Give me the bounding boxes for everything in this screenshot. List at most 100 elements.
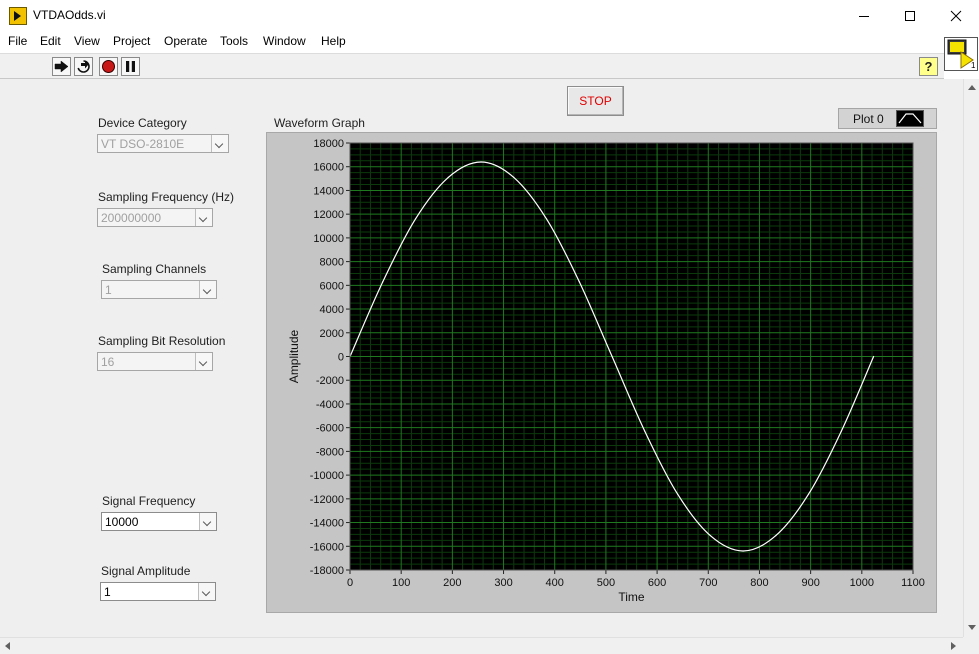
signal-amplitude-ring[interactable]: 1 <box>100 582 216 601</box>
y-tick-label: 18000 <box>313 138 344 150</box>
signal-frequency-value: 10000 <box>105 515 138 529</box>
toolbar: ? <box>0 53 944 79</box>
plot-0-point <box>448 177 449 178</box>
menu-operate[interactable]: Operate <box>164 34 207 48</box>
scroll-down-icon[interactable] <box>968 625 976 630</box>
plot-0-point <box>513 177 514 178</box>
scroll-left-icon[interactable] <box>5 642 10 650</box>
menu-edit[interactable]: Edit <box>40 34 61 48</box>
scroll-up-icon[interactable] <box>968 85 976 90</box>
chevron-down-icon[interactable] <box>199 513 216 530</box>
vi-connector-icon[interactable]: 1 <box>944 37 978 71</box>
y-tick-label: -14000 <box>310 518 344 530</box>
chevron-down-icon[interactable] <box>195 353 212 370</box>
y-tick-label: 2000 <box>320 328 344 340</box>
vi-icon-glyph: 1 <box>945 38 977 70</box>
chevron-down-icon[interactable] <box>199 281 216 298</box>
device-category-label: Device Category <box>98 116 187 130</box>
pause-button[interactable] <box>121 57 140 76</box>
horizontal-scrollbar[interactable] <box>0 637 963 654</box>
waveform-graph[interactable]: 0100200300400500600700800900100011001800… <box>266 132 937 613</box>
signal-frequency-label: Signal Frequency <box>102 494 195 508</box>
menu-tools[interactable]: Tools <box>220 34 248 48</box>
y-tick-label: -8000 <box>316 446 344 458</box>
sampling-bit-resolution-label: Sampling Bit Resolution <box>98 334 225 348</box>
scrollbar-corner <box>963 637 979 654</box>
y-tick-label: 4000 <box>320 304 344 316</box>
sampling-channels-label: Sampling Channels <box>102 262 206 276</box>
plot-0-point <box>546 218 547 219</box>
menu-window[interactable]: Window <box>263 34 306 48</box>
menu-file[interactable]: File <box>8 34 27 48</box>
y-tick-label: -12000 <box>310 494 344 506</box>
pause-icon <box>124 60 137 73</box>
plot-0-point <box>775 535 776 536</box>
maximize-button[interactable] <box>887 0 933 31</box>
run-continuously-button[interactable] <box>74 57 93 76</box>
waveform-graph-label: Waveform Graph <box>274 116 365 130</box>
run-button[interactable] <box>52 57 71 76</box>
y-tick-label: -10000 <box>310 470 344 482</box>
sampling-frequency-value: 200000000 <box>101 211 161 225</box>
close-button[interactable] <box>933 0 979 31</box>
x-tick-label: 0 <box>347 577 353 589</box>
signal-frequency-ring[interactable]: 10000 <box>101 512 217 531</box>
chevron-down-icon[interactable] <box>195 209 212 226</box>
scroll-right-icon[interactable] <box>951 642 956 650</box>
minimize-icon <box>858 10 870 22</box>
y-tick-label: -18000 <box>310 565 344 577</box>
x-tick-label: 500 <box>597 577 615 589</box>
abort-icon <box>101 59 116 74</box>
vertical-scrollbar[interactable] <box>963 79 979 637</box>
x-tick-label: 700 <box>699 577 717 589</box>
close-icon <box>950 10 962 22</box>
x-tick-label: 400 <box>546 577 564 589</box>
plot-0-point <box>808 493 809 494</box>
run-arrow-icon <box>54 60 69 73</box>
chevron-down-icon[interactable] <box>198 583 215 600</box>
context-help-button[interactable]: ? <box>919 57 938 76</box>
x-tick-label: 900 <box>801 577 819 589</box>
y-tick-label: -2000 <box>316 375 344 387</box>
plot-0-point <box>677 493 678 494</box>
plot-0-point <box>710 535 711 536</box>
y-tick-label: -4000 <box>316 399 344 411</box>
y-tick-label: -6000 <box>316 423 344 435</box>
context-help-icon: ? <box>925 59 933 74</box>
sampling-frequency-label: Sampling Frequency (Hz) <box>98 190 234 204</box>
menu-project[interactable]: Project <box>113 34 150 48</box>
chevron-down-icon[interactable] <box>211 135 228 152</box>
x-tick-label: 100 <box>392 577 410 589</box>
device-category-ring[interactable]: VT DSO-2810E <box>97 134 229 153</box>
plot-0-point <box>415 218 416 219</box>
menu-bar: File Edit View Project Operate Tools Win… <box>0 31 979 53</box>
minimize-button[interactable] <box>841 0 887 31</box>
plot-0-point <box>480 161 481 162</box>
stop-button[interactable]: STOP <box>567 86 624 116</box>
x-tick-label: 200 <box>443 577 461 589</box>
y-tick-label: -16000 <box>310 541 344 553</box>
y-tick-label: 10000 <box>313 233 344 245</box>
plot-line-swatch-icon <box>896 110 924 127</box>
sampling-frequency-ring[interactable]: 200000000 <box>97 208 213 227</box>
menu-help[interactable]: Help <box>321 34 346 48</box>
sampling-channels-ring[interactable]: 1 <box>101 280 217 299</box>
plot-0-point <box>382 281 383 282</box>
y-tick-label: 0 <box>338 352 344 364</box>
y-axis-title: Amplitude <box>287 330 301 384</box>
x-tick-label: 600 <box>648 577 666 589</box>
plot-0-point <box>579 281 580 282</box>
signal-amplitude-label: Signal Amplitude <box>101 564 190 578</box>
waveform-graph-svg: 0100200300400500600700800900100011001800… <box>267 133 938 614</box>
sampling-bit-resolution-ring[interactable]: 16 <box>97 352 213 371</box>
sampling-channels-value: 1 <box>105 283 112 297</box>
y-tick-label: 16000 <box>313 162 344 174</box>
vi-icon-badge: 1 <box>971 61 976 70</box>
plot-0-point <box>742 550 743 551</box>
y-tick-label: 6000 <box>320 280 344 292</box>
plot-legend[interactable]: Plot 0 <box>838 108 937 129</box>
x-tick-label: 300 <box>494 577 512 589</box>
menu-view[interactable]: View <box>74 34 100 48</box>
abort-button[interactable] <box>99 57 118 76</box>
legend-plot-label: Plot 0 <box>853 112 884 126</box>
